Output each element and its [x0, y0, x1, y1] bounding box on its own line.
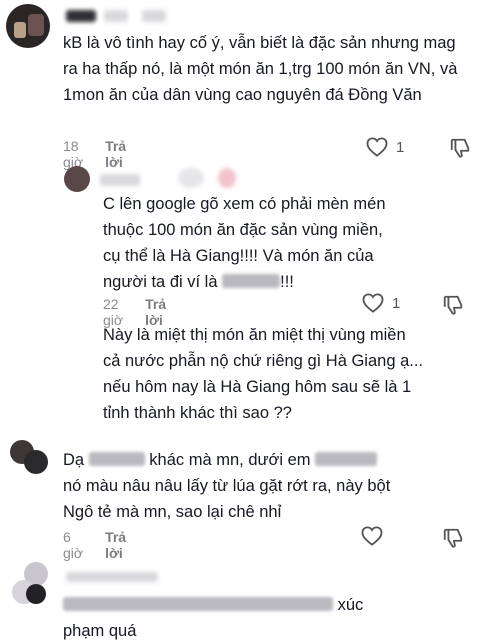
username-blurred[interactable] [142, 10, 166, 22]
dislike-button[interactable] [442, 294, 464, 321]
dislike-button[interactable] [449, 137, 471, 164]
username-blurred[interactable] [66, 10, 96, 22]
thumbs-down-icon [450, 138, 470, 158]
username-blurred[interactable] [100, 174, 140, 186]
redacted-text [63, 597, 333, 611]
comment-text-line: phạm quá [63, 622, 137, 640]
like-count: 1 [392, 294, 401, 312]
comment-text-line: xúc [63, 592, 473, 618]
comment-text-line: người ta đi ví là !!! [103, 269, 473, 295]
comment-time: 6 giờ [63, 529, 84, 561]
thumbs-down-icon [443, 295, 463, 315]
thumbs-down-icon [443, 528, 463, 548]
comment-text: Dạ khác mà mn, dưới em nó màu nâu nâu lấ… [63, 447, 473, 525]
comment-text-fragment: khác mà mn, dưới em [149, 451, 311, 469]
avatar[interactable] [10, 440, 54, 474]
username-blurred[interactable] [104, 10, 128, 22]
username-blurred[interactable] [218, 168, 236, 188]
comment-text-line: cụ thể là Hà Giang!!!! Và món ăn của [103, 247, 374, 265]
redacted-text [88, 452, 145, 466]
like-button[interactable] [361, 526, 391, 546]
like-button[interactable]: 1 [362, 293, 400, 313]
heart-outline-icon [361, 526, 383, 546]
comment-time: 18 giờ [63, 138, 84, 170]
heart-outline-icon [366, 137, 388, 157]
comment-text-line: C lên google gõ xem có phải mèn mén [103, 195, 386, 213]
comment-text: C lên google gõ xem có phải mèn mén thuộ… [103, 191, 473, 295]
comment-meta: 6 giờ Trả lời [63, 529, 126, 561]
like-count: 1 [396, 138, 405, 156]
username-blurred[interactable] [66, 572, 158, 582]
comment-text-line: thuộc 100 món ăn đặc sản vùng miền, [103, 221, 383, 239]
comment-meta: 18 giờ Trả lời [63, 138, 126, 170]
comment-text-fragment: Dạ [63, 451, 85, 469]
comment-text-fragment: xúc [337, 596, 364, 614]
comment-text: Này là miệt thị món ăn miệt thị vùng miề… [103, 326, 424, 422]
comment-text: kB là vô tình hay cố ý, vẫn biết là đặc … [63, 34, 458, 104]
reply-button[interactable]: Trả lời [105, 529, 126, 561]
username-blurred[interactable] [178, 168, 204, 188]
comment-text-line: nó màu nâu nâu lấy từ lúa gặt rớt ra, nà… [63, 477, 391, 495]
like-button[interactable]: 1 [366, 137, 404, 157]
avatar[interactable] [10, 562, 54, 608]
avatar[interactable] [64, 166, 90, 192]
comment-text-line: Ngô tẻ mà mn, sao lại chê nhỉ [63, 503, 282, 521]
comment-text: xúc phạm quá [63, 592, 473, 644]
avatar[interactable] [6, 4, 50, 48]
redacted-text [315, 452, 378, 466]
redacted-text [222, 274, 281, 288]
heart-outline-icon [362, 293, 384, 313]
comment-text-fragment: người ta đi ví là [103, 273, 218, 291]
comment-text-fragment: !!! [280, 273, 294, 291]
reply-button[interactable]: Trả lời [105, 138, 126, 170]
comment-text-line: Dạ khác mà mn, dưới em [63, 447, 473, 473]
dislike-button[interactable] [442, 527, 464, 554]
